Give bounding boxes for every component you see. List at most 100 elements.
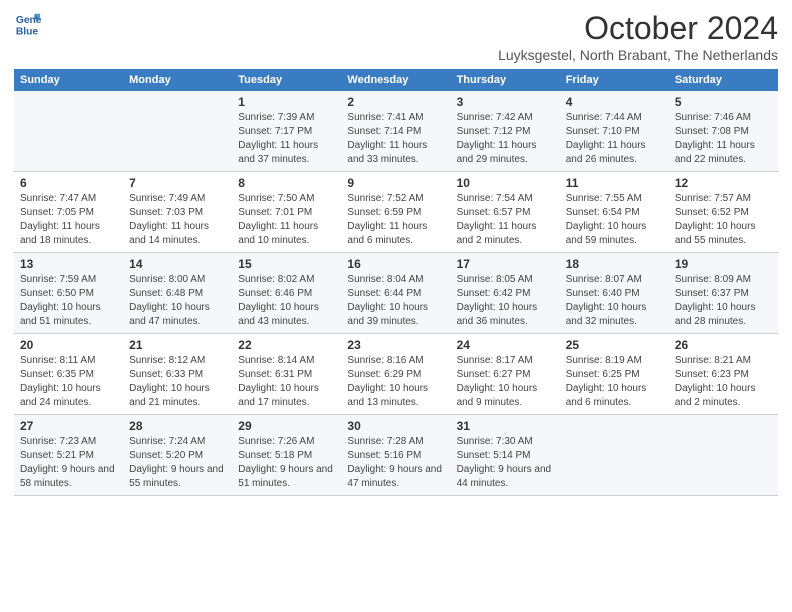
calendar-cell: 1 Sunrise: 7:39 AM Sunset: 7:17 PM Daylig… [232, 91, 341, 172]
day-info: Sunrise: 7:44 AM Sunset: 7:10 PM Dayligh… [566, 111, 663, 167]
day-info: Sunrise: 8:16 AM Sunset: 6:29 PM Dayligh… [347, 354, 444, 410]
day-number: 2 [347, 95, 444, 109]
calendar-cell: 7Sunrise: 7:49 AM Sunset: 7:03 PM Daylig… [123, 172, 232, 253]
day-number: 13 [20, 257, 117, 271]
calendar-cell [669, 415, 778, 496]
day-info: Sunrise: 7:28 AM Sunset: 5:16 PM Dayligh… [347, 435, 444, 491]
calendar-week-row: 20 Sunrise: 8:11 AM Sunset: 6:35 PM Dayli… [14, 334, 778, 415]
day-info: Sunrise: 7:49 AM Sunset: 7:03 PM Dayligh… [129, 192, 226, 248]
calendar-cell [123, 91, 232, 172]
calendar-cell: 18 Sunrise: 8:07 AM Sunset: 6:40 PM Dayli… [560, 253, 669, 334]
day-info: Sunrise: 8:14 AM Sunset: 6:31 PM Dayligh… [238, 354, 335, 410]
calendar-cell: 17 Sunrise: 8:05 AM Sunset: 6:42 PM Dayli… [451, 253, 560, 334]
header-row: SundayMondayTuesdayWednesdayThursdayFrid… [14, 69, 778, 91]
day-number: 3 [457, 95, 554, 109]
calendar-week-row: 6 Sunrise: 7:47 AM Sunset: 7:05 PM Daylig… [14, 172, 778, 253]
calendar-cell: 31Sunrise: 7:30 AM Sunset: 5:14 PM Dayli… [451, 415, 560, 496]
calendar-cell: 2Sunrise: 7:41 AM Sunset: 7:14 PM Daylig… [341, 91, 450, 172]
calendar-cell: 15Sunrise: 8:02 AM Sunset: 6:46 PM Dayli… [232, 253, 341, 334]
calendar-table: SundayMondayTuesdayWednesdayThursdayFrid… [14, 69, 778, 496]
calendar-cell: 21 Sunrise: 8:12 AM Sunset: 6:33 PM Dayli… [123, 334, 232, 415]
day-info: Sunrise: 7:30 AM Sunset: 5:14 PM Dayligh… [457, 435, 554, 491]
day-number: 26 [675, 338, 772, 352]
day-info: Sunrise: 8:07 AM Sunset: 6:40 PM Dayligh… [566, 273, 663, 329]
day-info: Sunrise: 7:55 AM Sunset: 6:54 PM Dayligh… [566, 192, 663, 248]
weekday-header: Monday [123, 69, 232, 91]
day-number: 9 [347, 176, 444, 190]
day-info: Sunrise: 7:46 AM Sunset: 7:08 PM Dayligh… [675, 111, 772, 167]
day-number: 1 [238, 95, 335, 109]
subtitle: Luyksgestel, North Brabant, The Netherla… [498, 47, 778, 63]
weekday-header: Sunday [14, 69, 123, 91]
calendar-week-row: 1 Sunrise: 7:39 AM Sunset: 7:17 PM Daylig… [14, 91, 778, 172]
day-info: Sunrise: 7:39 AM Sunset: 7:17 PM Dayligh… [238, 111, 335, 167]
day-info: Sunrise: 8:04 AM Sunset: 6:44 PM Dayligh… [347, 273, 444, 329]
calendar-cell [14, 91, 123, 172]
day-info: Sunrise: 7:57 AM Sunset: 6:52 PM Dayligh… [675, 192, 772, 248]
calendar-cell: 22Sunrise: 8:14 AM Sunset: 6:31 PM Dayli… [232, 334, 341, 415]
calendar-cell [560, 415, 669, 496]
day-number: 24 [457, 338, 554, 352]
calendar-cell: 3 Sunrise: 7:42 AM Sunset: 7:12 PM Daylig… [451, 91, 560, 172]
day-number: 20 [20, 338, 117, 352]
day-info: Sunrise: 7:50 AM Sunset: 7:01 PM Dayligh… [238, 192, 335, 248]
weekday-header: Saturday [669, 69, 778, 91]
calendar-cell: 19 Sunrise: 8:09 AM Sunset: 6:37 PM Dayli… [669, 253, 778, 334]
day-number: 14 [129, 257, 226, 271]
calendar-cell: 23Sunrise: 8:16 AM Sunset: 6:29 PM Dayli… [341, 334, 450, 415]
day-info: Sunrise: 7:54 AM Sunset: 6:57 PM Dayligh… [457, 192, 554, 248]
calendar-cell: 13 Sunrise: 7:59 AM Sunset: 6:50 PM Dayli… [14, 253, 123, 334]
calendar-cell: 12 Sunrise: 7:57 AM Sunset: 6:52 PM Dayli… [669, 172, 778, 253]
day-number: 11 [566, 176, 663, 190]
day-info: Sunrise: 8:00 AM Sunset: 6:48 PM Dayligh… [129, 273, 226, 329]
day-number: 8 [238, 176, 335, 190]
day-number: 6 [20, 176, 117, 190]
day-number: 10 [457, 176, 554, 190]
calendar-cell: 30 Sunrise: 7:28 AM Sunset: 5:16 PM Dayli… [341, 415, 450, 496]
day-info: Sunrise: 8:09 AM Sunset: 6:37 PM Dayligh… [675, 273, 772, 329]
day-number: 5 [675, 95, 772, 109]
calendar-cell: 6 Sunrise: 7:47 AM Sunset: 7:05 PM Daylig… [14, 172, 123, 253]
day-number: 12 [675, 176, 772, 190]
calendar-cell: 16Sunrise: 8:04 AM Sunset: 6:44 PM Dayli… [341, 253, 450, 334]
calendar-cell: 10 Sunrise: 7:54 AM Sunset: 6:57 PM Dayli… [451, 172, 560, 253]
calendar-cell: 29 Sunrise: 7:26 AM Sunset: 5:18 PM Dayli… [232, 415, 341, 496]
calendar-cell: 14 Sunrise: 8:00 AM Sunset: 6:48 PM Dayli… [123, 253, 232, 334]
day-number: 4 [566, 95, 663, 109]
logo-icon: General Blue [14, 10, 42, 38]
day-number: 27 [20, 419, 117, 433]
calendar-cell: 5 Sunrise: 7:46 AM Sunset: 7:08 PM Daylig… [669, 91, 778, 172]
page-header: General Blue October 2024 Luyksgestel, N… [14, 10, 778, 63]
day-info: Sunrise: 7:23 AM Sunset: 5:21 PM Dayligh… [20, 435, 117, 491]
day-info: Sunrise: 8:11 AM Sunset: 6:35 PM Dayligh… [20, 354, 117, 410]
calendar-cell: 27 Sunrise: 7:23 AM Sunset: 5:21 PM Dayli… [14, 415, 123, 496]
calendar-cell: 4 Sunrise: 7:44 AM Sunset: 7:10 PM Daylig… [560, 91, 669, 172]
day-info: Sunrise: 7:26 AM Sunset: 5:18 PM Dayligh… [238, 435, 335, 491]
calendar-cell: 28Sunrise: 7:24 AM Sunset: 5:20 PM Dayli… [123, 415, 232, 496]
day-number: 30 [347, 419, 444, 433]
weekday-header: Tuesday [232, 69, 341, 91]
day-number: 19 [675, 257, 772, 271]
day-number: 29 [238, 419, 335, 433]
calendar-cell: 24Sunrise: 8:17 AM Sunset: 6:27 PM Dayli… [451, 334, 560, 415]
svg-text:Blue: Blue [16, 26, 39, 37]
calendar-cell: 20 Sunrise: 8:11 AM Sunset: 6:35 PM Dayli… [14, 334, 123, 415]
day-number: 17 [457, 257, 554, 271]
day-info: Sunrise: 7:52 AM Sunset: 6:59 PM Dayligh… [347, 192, 444, 248]
main-title: October 2024 [498, 10, 778, 47]
calendar-cell: 11 Sunrise: 7:55 AM Sunset: 6:54 PM Dayli… [560, 172, 669, 253]
day-info: Sunrise: 7:59 AM Sunset: 6:50 PM Dayligh… [20, 273, 117, 329]
calendar-week-row: 27 Sunrise: 7:23 AM Sunset: 5:21 PM Dayli… [14, 415, 778, 496]
weekday-header: Wednesday [341, 69, 450, 91]
day-info: Sunrise: 7:42 AM Sunset: 7:12 PM Dayligh… [457, 111, 554, 167]
day-info: Sunrise: 8:05 AM Sunset: 6:42 PM Dayligh… [457, 273, 554, 329]
day-info: Sunrise: 8:19 AM Sunset: 6:25 PM Dayligh… [566, 354, 663, 410]
logo: General Blue [14, 10, 42, 38]
day-number: 21 [129, 338, 226, 352]
day-info: Sunrise: 7:47 AM Sunset: 7:05 PM Dayligh… [20, 192, 117, 248]
day-info: Sunrise: 8:12 AM Sunset: 6:33 PM Dayligh… [129, 354, 226, 410]
calendar-cell: 26 Sunrise: 8:21 AM Sunset: 6:23 PM Dayli… [669, 334, 778, 415]
day-number: 18 [566, 257, 663, 271]
day-info: Sunrise: 7:24 AM Sunset: 5:20 PM Dayligh… [129, 435, 226, 491]
day-info: Sunrise: 8:21 AM Sunset: 6:23 PM Dayligh… [675, 354, 772, 410]
